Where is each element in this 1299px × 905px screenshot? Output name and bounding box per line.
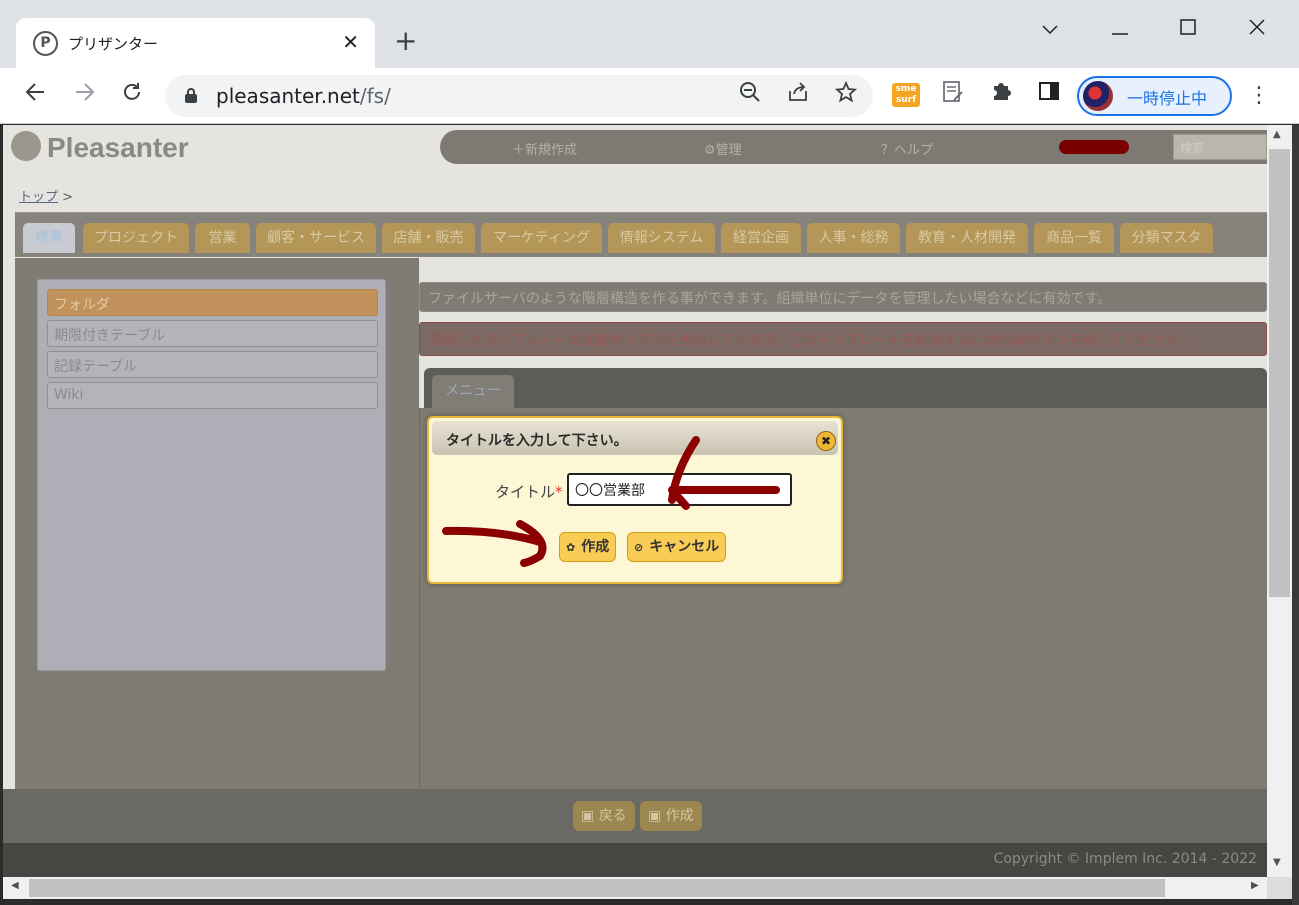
dialog-titlebar[interactable]: タイトルを入力して下さい。 ✖ xyxy=(432,421,838,455)
copyright-text: Copyright © Implem Inc. 2014 - 2022 xyxy=(993,851,1257,867)
nav-admin[interactable]: ⚙管理 xyxy=(704,139,742,158)
template-description: ファイルサーバのような階層構造を作る事ができます。組織単位にデータを管理したい場… xyxy=(419,282,1267,312)
browser-titlebar: P プリザンター ✕ + xyxy=(0,0,1299,70)
breadcrumb: トップ > xyxy=(19,186,73,205)
template-deadline-table[interactable]: 期限付きテーブル xyxy=(47,320,378,347)
side-panel-icon[interactable] xyxy=(1034,80,1064,110)
horizontal-scrollbar[interactable]: ◀ ▶ xyxy=(3,877,1267,899)
vertical-scroll-thumb[interactable] xyxy=(1269,149,1290,597)
tab-hr-general[interactable]: 人事・総務 xyxy=(807,223,900,253)
url-text[interactable]: pleasanter.net/fs/ xyxy=(216,84,391,108)
sample-alert: 選択したテンプレートの画面サンプルを表示しています。このテンプレートを利用するに… xyxy=(419,322,1267,356)
template-list: フォルダ 期限付きテーブル 記録テーブル Wiki xyxy=(37,279,386,671)
minimize-icon[interactable] xyxy=(1100,10,1140,46)
breadcrumb-top[interactable]: トップ xyxy=(19,190,58,205)
tab-project[interactable]: プロジェクト xyxy=(83,223,189,253)
maximize-icon[interactable] xyxy=(1168,10,1208,46)
browser-toolbar: pleasanter.net/fs/ sme surf 一時停止中 ⋮ xyxy=(0,68,1299,124)
create-button-icon: ▣ xyxy=(648,808,666,824)
scroll-right-icon[interactable]: ▶ xyxy=(1251,880,1259,891)
profile-status: 一時停止中 xyxy=(1127,89,1208,108)
profile-button[interactable]: 一時停止中 xyxy=(1077,76,1232,116)
cancel-button[interactable]: ⊘ キャンセル xyxy=(627,532,727,562)
notes-extension-icon[interactable] xyxy=(938,80,968,110)
page-footer-actions: ▣ 戻る ▣ 作成 xyxy=(3,789,1267,843)
share-icon[interactable] xyxy=(783,81,813,111)
reload-icon[interactable] xyxy=(115,78,149,112)
footer-create-button[interactable]: ▣ 作成 xyxy=(640,801,702,831)
extensions-puzzle-icon[interactable] xyxy=(986,80,1016,110)
logo-mark-icon xyxy=(11,131,41,161)
redacted-username xyxy=(1059,140,1129,154)
title-input-dialog: タイトルを入力して下さい。 ✖ タイトル* ✿作成 ⊘キャンセル xyxy=(427,416,843,584)
breadcrumb-separator: > xyxy=(62,190,74,205)
gear-icon: ✿ xyxy=(566,541,576,554)
dialog-close-icon[interactable]: ✖ xyxy=(816,431,836,451)
title-field-label: タイトル* xyxy=(495,483,563,501)
scrollbar-corner xyxy=(1267,877,1292,899)
browser-menu-icon[interactable]: ⋮ xyxy=(1248,80,1270,112)
search-input[interactable]: 検索 xyxy=(1173,134,1267,160)
sample-menu-header: メニュー xyxy=(424,368,1267,408)
tab-sales[interactable]: 営業 xyxy=(195,223,250,253)
category-tabs: 標準 プロジェクト 営業 顧客・サービス 店舗・販売 マーケティング 情報システ… xyxy=(15,212,1267,257)
cancel-circle-icon: ⊘ xyxy=(634,541,644,554)
tab-marketing[interactable]: マーケティング xyxy=(481,223,602,253)
tab-classification-master[interactable]: 分類マスタ xyxy=(1120,223,1213,253)
forward-icon[interactable] xyxy=(68,78,102,112)
scroll-up-icon[interactable]: ▲ xyxy=(1273,129,1281,140)
back-button-icon: ▣ xyxy=(581,808,599,824)
tab-education[interactable]: 教育・人材開発 xyxy=(906,223,1028,253)
tab-title: プリザンター xyxy=(68,35,159,53)
required-mark: * xyxy=(555,483,563,501)
bookmark-star-icon[interactable] xyxy=(831,80,861,111)
tab-product-list[interactable]: 商品一覧 xyxy=(1034,223,1114,253)
template-wiki[interactable]: Wiki xyxy=(47,382,378,409)
avatar xyxy=(1083,81,1113,111)
nav-new[interactable]: ＋新規作成 xyxy=(512,139,577,158)
tab-standard[interactable]: 標準 xyxy=(23,223,75,253)
window-close-icon[interactable] xyxy=(1237,10,1277,46)
dialog-title: タイトルを入力して下さい。 xyxy=(446,433,628,449)
pleasanter-logo[interactable]: Pleasanter xyxy=(11,131,189,164)
tab-search-chevron-icon[interactable] xyxy=(1030,10,1070,46)
top-navigation: ＋新規作成 ⚙管理 ？ヘルプ xyxy=(440,130,1267,164)
back-button[interactable]: ▣ 戻る xyxy=(573,801,635,831)
tab-customer-service[interactable]: 顧客・サービス xyxy=(256,223,376,253)
template-folder[interactable]: フォルダ xyxy=(47,289,378,316)
copyright-footer: Copyright © Implem Inc. 2014 - 2022 xyxy=(3,843,1267,877)
template-record-table[interactable]: 記録テーブル xyxy=(47,351,378,378)
horizontal-scroll-thumb[interactable] xyxy=(29,879,1165,897)
tab-corporate-planning[interactable]: 経営企画 xyxy=(721,223,801,253)
tab-menu[interactable]: メニュー xyxy=(432,375,514,408)
zoom-icon[interactable] xyxy=(735,81,765,111)
create-button[interactable]: ✿ 作成 xyxy=(559,532,617,562)
vertical-scrollbar[interactable]: ▲ ▼ xyxy=(1267,125,1292,877)
tab-information-systems[interactable]: 情報システム xyxy=(608,223,715,253)
smesurf-extension-icon[interactable]: sme surf xyxy=(892,83,920,107)
new-tab-button[interactable]: + xyxy=(394,26,417,56)
tab-store-sales[interactable]: 店舗・販売 xyxy=(382,223,475,253)
lock-icon[interactable] xyxy=(185,88,197,103)
window-edge xyxy=(1292,125,1299,905)
back-icon[interactable] xyxy=(18,78,52,112)
scroll-left-icon[interactable]: ◀ xyxy=(11,880,19,891)
address-bar[interactable]: pleasanter.net/fs/ xyxy=(165,75,873,117)
pleasanter-favicon-icon: P xyxy=(33,31,58,56)
nav-help[interactable]: ？ヘルプ xyxy=(881,139,933,158)
title-input[interactable] xyxy=(567,473,792,506)
scroll-down-icon[interactable]: ▼ xyxy=(1273,857,1281,868)
browser-tab[interactable]: P プリザンター ✕ xyxy=(16,18,375,70)
tab-close-icon[interactable]: ✕ xyxy=(342,29,359,55)
